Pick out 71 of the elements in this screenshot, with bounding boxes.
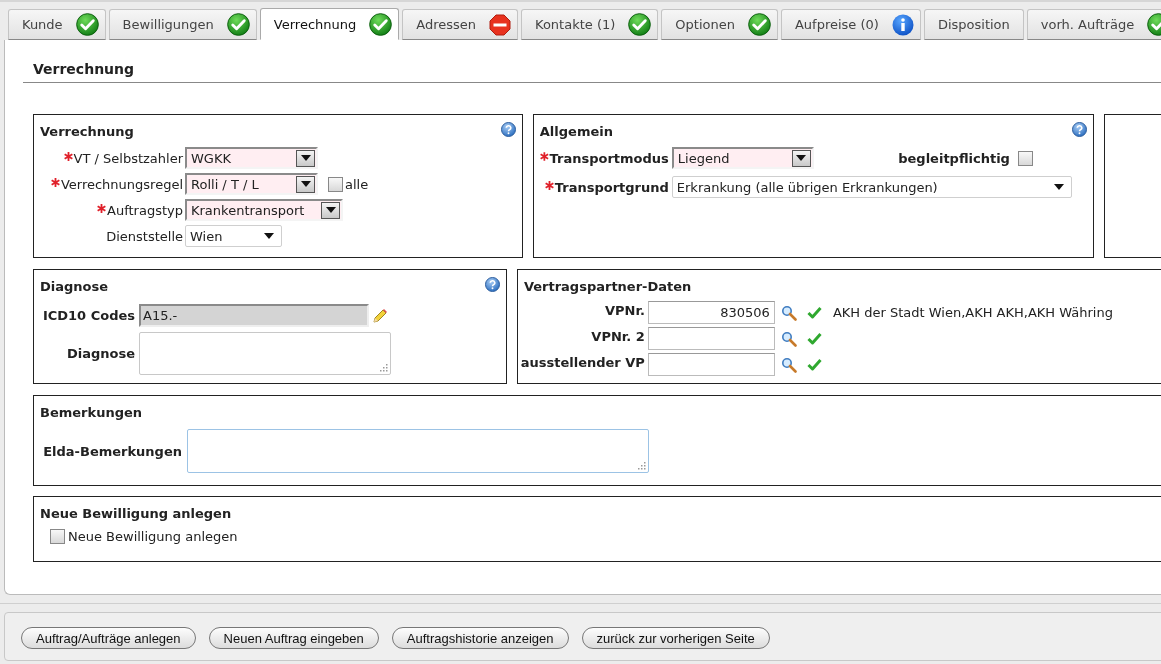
dropdown-field[interactable]: Wien (185, 225, 282, 247)
panel-title: Diagnose (40, 279, 109, 294)
input-field[interactable] (647, 327, 775, 350)
checkbox[interactable] (1017, 150, 1033, 166)
panel-title: Vertragspartner-Daten (523, 279, 692, 294)
pencil-icon[interactable] (372, 307, 388, 324)
action-button[interactable]: zurück zur vorherigen Seite (581, 627, 770, 649)
field-label: Transportgrund (554, 179, 669, 195)
dropdown-button[interactable] (296, 149, 315, 167)
action-button[interactable]: Auftragshistorie anzeigen (391, 627, 569, 649)
checkbox-label: alle (345, 176, 369, 192)
field-label: Transportmodus (549, 150, 669, 166)
checkbox[interactable] (50, 529, 65, 544)
tab[interactable]: Adressen (402, 9, 518, 40)
code-field[interactable]: A15.- (139, 304, 369, 327)
field-label: Diagnose (66, 345, 135, 361)
field-label: ausstellender VP (520, 354, 645, 370)
resize-grip-icon[interactable] (379, 363, 388, 372)
select-field[interactable]: Liegend (671, 147, 814, 169)
field-label: Auftragstyp (107, 202, 183, 218)
action-button[interactable]: Auftrag/Aufträge anlegen (21, 627, 196, 649)
tab[interactable]: Optionen (661, 9, 778, 40)
caret-icon (325, 207, 336, 213)
field-label: VPNr. (604, 302, 645, 318)
caret-icon (796, 155, 807, 161)
tab[interactable]: Bewilligungen (108, 9, 257, 40)
caret-icon (264, 233, 274, 239)
search-icon[interactable] (780, 356, 797, 373)
field-label: ICD10 Codes (42, 308, 135, 323)
partner-name: AKH der Stadt Wien,AKH AKH,AKH Währing (832, 305, 1113, 320)
caret-icon (300, 155, 311, 161)
resize-grip-icon[interactable] (637, 461, 646, 470)
tab[interactable]: vorh. Aufträge (1026, 9, 1161, 40)
dropdown-button[interactable] (321, 201, 340, 219)
select-field[interactable]: WGKK (185, 147, 318, 169)
check-icon (806, 332, 822, 345)
field-label: Elda-Bemerkungen (43, 443, 182, 459)
dropdown-button[interactable] (791, 149, 811, 167)
field-label: VPNr. 2 (591, 328, 645, 344)
select-field[interactable]: Rolli / T / L (185, 173, 318, 195)
tab[interactable]: Verrechnung (259, 8, 400, 40)
checkbox-label: Neue Bewilligung anlegen (68, 529, 238, 544)
caret-icon (1053, 184, 1064, 190)
field-label: Verrechnungsregel (60, 176, 183, 192)
tab[interactable]: Kunde (8, 9, 106, 40)
panel-title: Bemerkungen (40, 405, 143, 420)
check-icon (806, 358, 822, 371)
select-field[interactable]: Krankentransport (185, 199, 343, 221)
field-label: Dienststelle (106, 228, 183, 244)
help-icon[interactable] (1071, 122, 1087, 137)
section-heading: Verrechnung (33, 61, 136, 77)
help-icon[interactable] (500, 122, 516, 137)
panel-title: Verrechnung (40, 124, 134, 139)
panel-title: Allgemein (539, 124, 613, 139)
caret-icon (300, 181, 311, 187)
check-icon (806, 306, 822, 319)
tab[interactable]: Aufpreise (0) (780, 9, 921, 40)
checkbox-label: begleitpflichtig (898, 150, 1010, 166)
input-field[interactable]: 830506 (647, 301, 775, 324)
tab[interactable]: Disposition (923, 9, 1024, 40)
action-button[interactable]: Neuen Auftrag eingeben (208, 627, 379, 649)
checkbox[interactable] (328, 176, 343, 192)
input-field[interactable] (647, 353, 775, 376)
panel-title: Neue Bewilligung anlegen (40, 506, 232, 521)
field-label: VT / Selbstzahler (73, 150, 183, 166)
dropdown-field[interactable]: Erkrankung (alle übrigen Erkrankungen) (671, 176, 1072, 198)
tab[interactable]: Kontakte (1) (521, 9, 659, 40)
help-icon[interactable] (484, 277, 500, 292)
search-icon[interactable] (780, 330, 797, 347)
search-icon[interactable] (780, 304, 797, 321)
dropdown-button[interactable] (296, 175, 315, 193)
